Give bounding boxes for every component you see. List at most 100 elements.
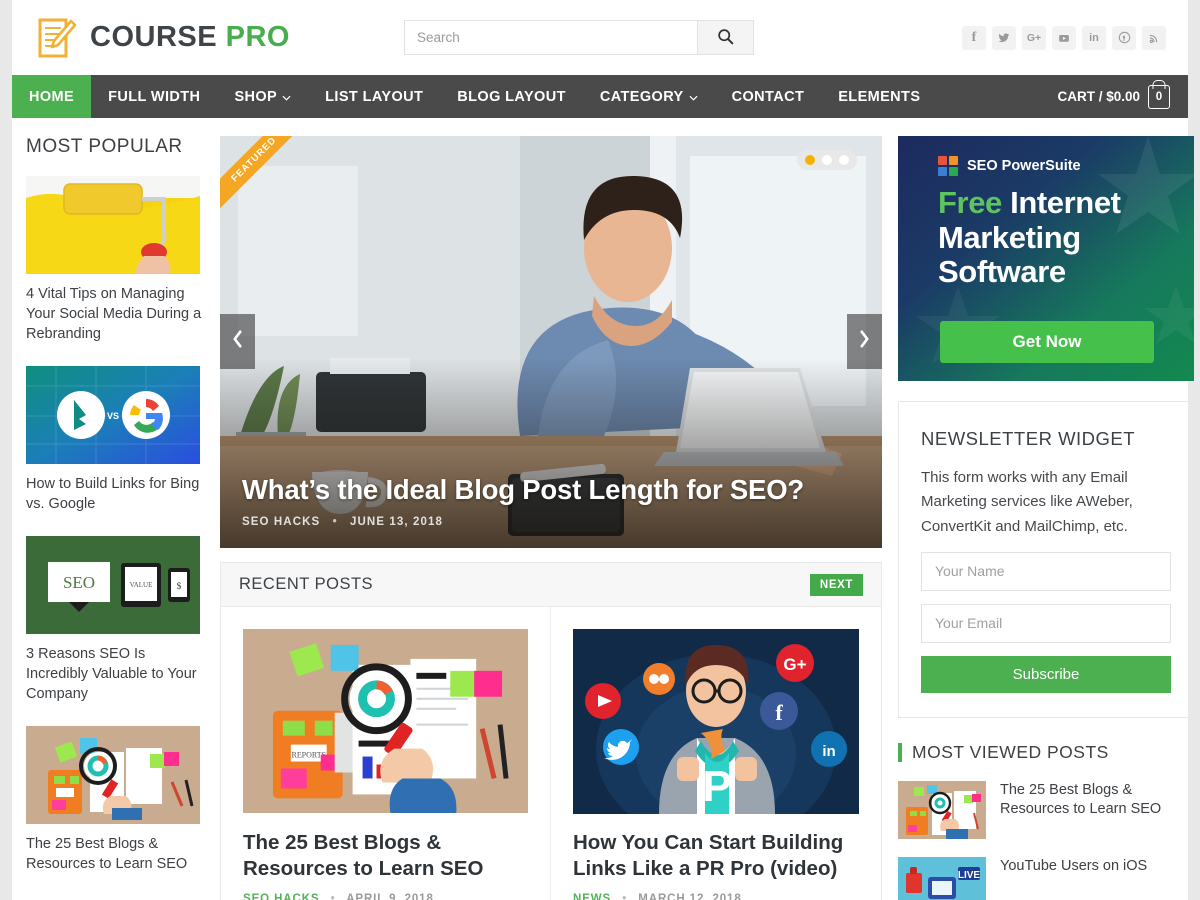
sidebar-right: SEO PowerSuite Free Internet Marketing S…: [898, 136, 1194, 900]
subscribe-button[interactable]: Subscribe: [921, 655, 1171, 693]
post-meta: SEO HACKS • APRIL 9, 2018: [243, 893, 528, 900]
nav-label: HOME: [29, 88, 75, 105]
slider-dot-3[interactable]: [839, 155, 849, 165]
list-item[interactable]: SEO VALUE $ 3 Reasons SEO Is Incredibly …: [26, 536, 204, 704]
nav-label: FULL WIDTH: [108, 88, 201, 105]
search-input[interactable]: [405, 21, 697, 54]
thumbnail-seo-magnifier-desk: [898, 780, 986, 839]
nav-item-list-layout[interactable]: LIST LAYOUT: [308, 75, 440, 118]
google-plus-icon[interactable]: G+: [1022, 25, 1046, 50]
page-root: COURSE PRO f G+: [0, 0, 1200, 900]
slider-prev-button[interactable]: [220, 314, 255, 369]
most-viewed-posts-widget: MOST VIEWED POSTS The 25 Best Blogs & Re…: [898, 742, 1194, 900]
post-title[interactable]: The 25 Best Blogs & Resources to Learn S…: [243, 830, 528, 882]
slider-date: JUNE 13, 2018: [350, 516, 443, 528]
cart-total-label: CART / $0.00: [1057, 89, 1140, 104]
main-navigation: HOME FULL WIDTH SHOP LIST LAYOUT BLOG LA…: [12, 75, 1188, 118]
newsletter-heading: NEWSLETTER WIDGET: [921, 428, 1136, 449]
nav-item-blog-layout[interactable]: BLOG LAYOUT: [440, 75, 583, 118]
sidebar-most-popular: MOST POPULAR 4 Vital Tips on Managing Yo…: [26, 136, 204, 900]
post-card[interactable]: REPORTS The 25 Best Blogs & Resources to…: [221, 607, 551, 900]
pinterest-icon[interactable]: [1112, 25, 1136, 50]
post-category[interactable]: SEO HACKS: [243, 893, 319, 900]
ad-logo-text: SEO PowerSuite: [967, 158, 1081, 174]
newsletter-widget: NEWSLETTER WIDGET This form works with a…: [898, 401, 1194, 718]
rss-icon[interactable]: [1142, 25, 1166, 50]
most-viewed-heading: MOST VIEWED POSTS: [912, 741, 1109, 762]
slider-title[interactable]: What’s the Ideal Blog Post Length for SE…: [242, 474, 842, 506]
linkedin-icon[interactable]: in: [1082, 25, 1106, 50]
recent-posts-heading: RECENT POSTS: [239, 575, 374, 593]
chevron-left-icon: [232, 330, 243, 353]
svg-text:VALUE: VALUE: [130, 581, 153, 589]
newsletter-name-input[interactable]: [921, 551, 1171, 591]
accent-bar: [898, 742, 902, 762]
ad-headline-highlight: Free: [938, 185, 1002, 220]
nav-item-contact[interactable]: CONTACT: [715, 75, 822, 118]
thumbnail-seo-devices: SEO VALUE $: [26, 536, 200, 634]
ad-banner-seo-powersuite[interactable]: SEO PowerSuite Free Internet Marketing S…: [898, 136, 1194, 381]
recent-posts-grid: REPORTS The 25 Best Blogs & Resources to…: [221, 607, 881, 900]
chevron-down-icon: [689, 89, 698, 105]
notepad-pencil-icon: [34, 15, 80, 61]
ad-headline-line3: Software: [938, 254, 1066, 290]
thumbnail-seo-magnifier-desk: [26, 726, 200, 824]
post-thumbnail-seo-magnifier: REPORTS: [243, 629, 528, 814]
newsletter-email-input[interactable]: [921, 603, 1171, 643]
twitter-icon[interactable]: [992, 25, 1016, 50]
youtube-icon[interactable]: [1052, 25, 1076, 50]
list-item[interactable]: VS How to Build Links for Bing vs. Googl…: [26, 366, 204, 514]
logo-wordmark: COURSE PRO: [90, 21, 290, 54]
meta-separator: •: [330, 893, 336, 900]
nav-label: ELEMENTS: [838, 88, 921, 105]
recent-posts-section: RECENT POSTS NEXT REPORTS The 25 Best Bl…: [220, 562, 882, 900]
nav-item-category[interactable]: CATEGORY: [583, 75, 715, 118]
newsletter-description: This form works with any Email Marketing…: [921, 469, 1133, 535]
site-logo[interactable]: COURSE PRO: [34, 15, 404, 61]
ad-logo: SEO PowerSuite: [938, 156, 1081, 176]
list-item[interactable]: The 25 Best Blogs & Resources to Learn S…: [898, 780, 1194, 839]
cart-button[interactable]: CART / $0.00 0: [1057, 75, 1188, 118]
slider-caption: What’s the Ideal Blog Post Length for SE…: [242, 474, 842, 528]
chevron-down-icon: [282, 89, 291, 105]
post-date: APRIL 9, 2018: [346, 893, 434, 900]
nav-label: SHOP: [234, 88, 278, 105]
content-area: MOST POPULAR 4 Vital Tips on Managing Yo…: [12, 118, 1194, 900]
post-card[interactable]: P G+ f in How You Can Start Building Lin…: [551, 607, 881, 900]
nav-item-shop[interactable]: SHOP: [217, 75, 308, 118]
slider-category[interactable]: SEO HACKS: [242, 516, 320, 528]
shopping-bag-icon: 0: [1148, 84, 1170, 109]
slider-next-button[interactable]: [847, 314, 882, 369]
ad-headline-rest: Internet: [1001, 185, 1121, 220]
cart-count: 0: [1155, 90, 1163, 103]
list-item[interactable]: The 25 Best Blogs & Resources to Learn S…: [26, 726, 204, 874]
svg-text:LIVE: LIVE: [958, 870, 981, 881]
post-category[interactable]: NEWS: [573, 893, 611, 900]
svg-text:P: P: [702, 762, 731, 811]
nav-label: CONTACT: [731, 88, 805, 105]
nav-item-home[interactable]: HOME: [12, 75, 92, 118]
ad-cta-button[interactable]: Get Now: [940, 321, 1154, 363]
facebook-icon[interactable]: f: [962, 25, 986, 50]
recent-posts-next-button[interactable]: NEXT: [809, 573, 863, 596]
site-header: COURSE PRO f G+: [12, 0, 1188, 75]
search-button[interactable]: [697, 21, 753, 54]
social-links: f G+ in: [962, 25, 1166, 50]
most-popular-heading: MOST POPULAR: [26, 136, 183, 157]
slider-dot-2[interactable]: [822, 155, 832, 165]
list-item[interactable]: LIVE YouTube Users on iOS: [898, 856, 1194, 900]
recent-posts-header: RECENT POSTS NEXT: [221, 563, 881, 607]
nav-label: LIST LAYOUT: [325, 88, 424, 105]
seo-powersuite-logo-icon: [938, 156, 958, 176]
list-item-title: How to Build Links for Bing vs. Google: [26, 476, 200, 512]
thumbnail-bing-vs-google: VS: [26, 366, 200, 464]
list-item[interactable]: 4 Vital Tips on Managing Your Social Med…: [26, 176, 204, 344]
thumbnail-paint-roller: [26, 176, 200, 274]
nav-item-elements[interactable]: ELEMENTS: [821, 75, 937, 118]
slider-meta: SEO HACKS • JUNE 13, 2018: [242, 516, 842, 528]
slider-dot-1[interactable]: [805, 155, 815, 165]
svg-text:VS: VS: [107, 411, 119, 421]
nav-item-full-width[interactable]: FULL WIDTH: [91, 75, 217, 118]
post-date: MARCH 12, 2018: [638, 893, 742, 900]
post-title[interactable]: How You Can Start Building Links Like a …: [573, 830, 859, 882]
